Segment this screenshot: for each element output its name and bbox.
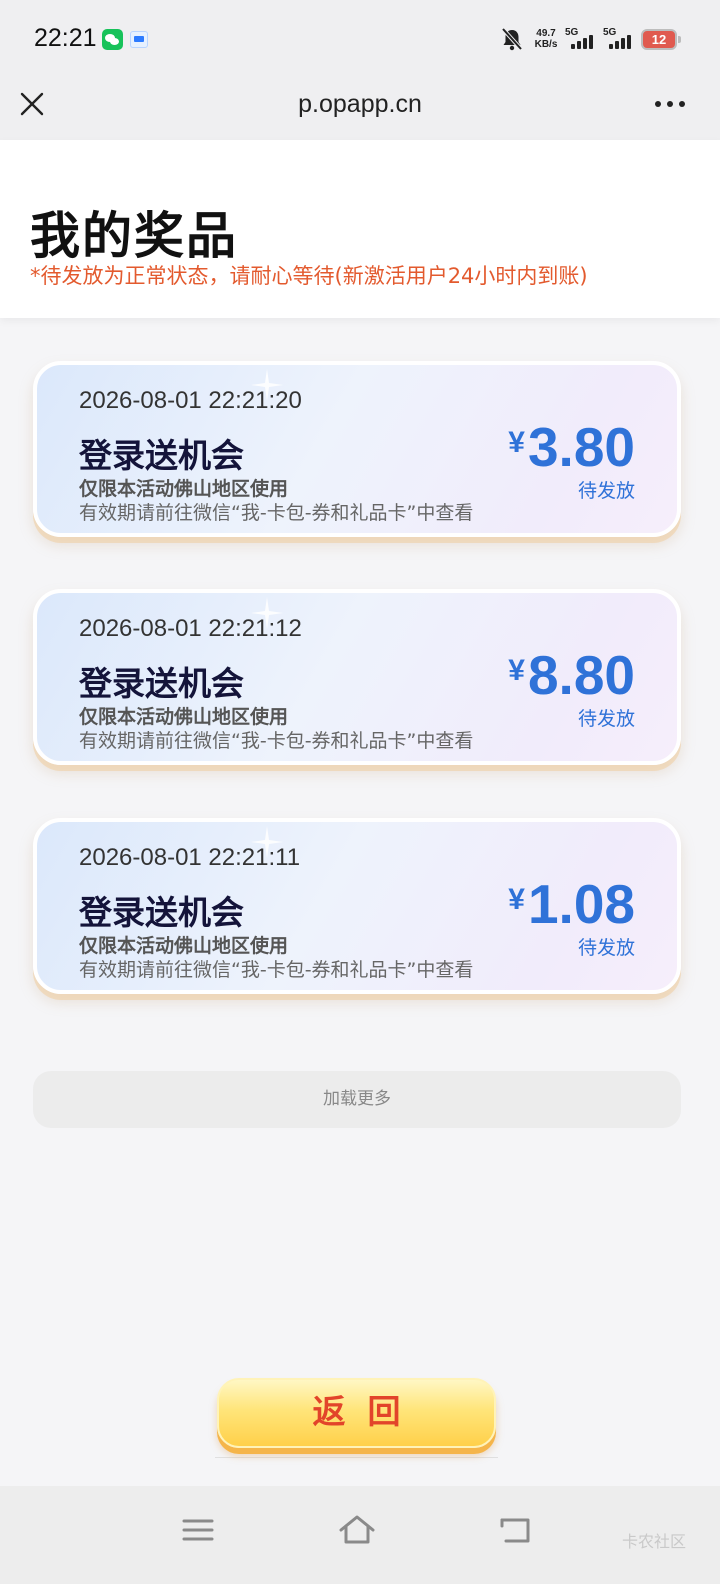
menu-icon[interactable]	[178, 1512, 218, 1548]
sim2-signal-icon: 5G	[603, 27, 637, 51]
prize-date: 2026-08-01 22:21:11	[79, 844, 301, 871]
prize-date: 2026-08-01 22:21:12	[79, 615, 302, 642]
prize-amount: ¥1.08	[508, 870, 635, 934]
currency-symbol: ¥	[508, 654, 525, 687]
prize-card[interactable]: 2026-08-01 22:21:20 登录送机会 仅限本活动佛山地区使用 有效…	[33, 361, 681, 537]
prize-status: 待发放	[577, 480, 635, 502]
prize-name: 登录送机会	[79, 893, 244, 932]
system-nav-bar: 卡农社区	[0, 1486, 720, 1584]
load-more-button[interactable]: 加载更多	[33, 1071, 681, 1128]
watermark: 卡农社区	[622, 1532, 687, 1551]
amount-value: 3.80	[527, 416, 635, 478]
pending-notice: *待发放为正常状态，请耐心等待(新激活用户24小时内到账)	[30, 264, 588, 288]
prize-card[interactable]: 2026-08-01 22:21:11 登录送机会 仅限本活动佛山地区使用 有效…	[33, 818, 681, 994]
back-icon[interactable]	[496, 1512, 536, 1548]
prize-region: 仅限本活动佛山地区使用	[79, 935, 289, 957]
prize-validity: 有效期请前往微信“我-卡包-券和礼品卡”中查看	[79, 502, 474, 524]
prize-card[interactable]: 2026-08-01 22:21:12 登录送机会 仅限本活动佛山地区使用 有效…	[33, 589, 681, 765]
amount-value: 1.08	[527, 873, 635, 935]
battery-level: 12	[651, 32, 667, 47]
prize-date: 2026-08-01 22:21:20	[79, 387, 302, 414]
home-icon[interactable]	[337, 1512, 377, 1548]
message-notification-icon	[130, 31, 148, 48]
prize-status: 待发放	[577, 708, 635, 730]
status-bar: 22:21 49.7 KB/s 5G 5G 12	[0, 0, 720, 80]
currency-symbol: ¥	[508, 426, 525, 459]
prize-validity: 有效期请前往微信“我-卡包-券和礼品卡”中查看	[79, 730, 474, 752]
screen: 22:21 49.7 KB/s 5G 5G 12 p.opapp.cn 我的奖品…	[0, 0, 720, 1584]
currency-symbol: ¥	[508, 883, 525, 916]
page-url: p.opapp.cn	[298, 90, 422, 118]
prize-name: 登录送机会	[79, 664, 244, 703]
browser-title-bar: p.opapp.cn	[0, 80, 720, 140]
header-card: 我的奖品 *待发放为正常状态，请耐心等待(新激活用户24小时内到账)	[0, 140, 720, 318]
page-title: 我的奖品	[30, 207, 238, 265]
prize-amount: ¥3.80	[508, 413, 635, 477]
status-time: 22:21	[34, 24, 97, 52]
network-speed-unit: KB/s	[534, 39, 558, 50]
prize-region: 仅限本活动佛山地区使用	[79, 706, 289, 728]
bell-muted-icon	[501, 27, 523, 51]
prize-name: 登录送机会	[79, 436, 244, 475]
battery-icon: 12	[641, 29, 681, 50]
prize-status: 待发放	[577, 937, 635, 959]
prize-validity: 有效期请前往微信“我-卡包-券和礼品卡”中查看	[79, 959, 474, 981]
prize-region: 仅限本活动佛山地区使用	[79, 478, 289, 500]
more-icon[interactable]	[650, 98, 690, 110]
network-speed: 49.7 KB/s	[531, 28, 561, 50]
return-button[interactable]: 返回	[217, 1378, 496, 1448]
prize-amount: ¥8.80	[508, 641, 635, 705]
amount-value: 8.80	[527, 644, 635, 706]
sim1-signal-icon: 5G	[565, 27, 599, 51]
wechat-notification-icon	[102, 29, 123, 50]
network-speed-value: 49.7	[536, 28, 556, 39]
